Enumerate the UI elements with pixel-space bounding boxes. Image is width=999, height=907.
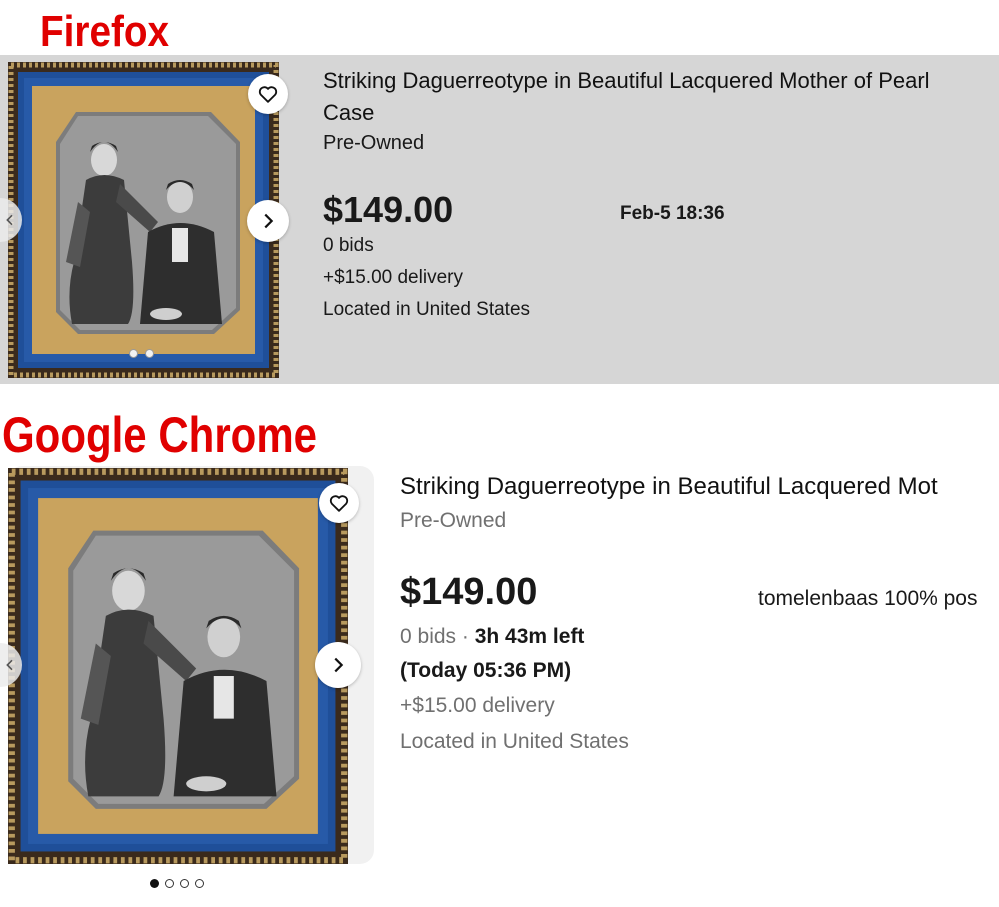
separator-dot: · — [456, 625, 475, 648]
seller-info[interactable]: tomelenbaas 100% pos — [758, 587, 978, 611]
heart-icon — [328, 492, 350, 514]
chevron-right-icon — [257, 210, 279, 232]
firefox-listing-card[interactable]: Striking Daguerreotype in Beautiful Lacq… — [0, 55, 999, 384]
time-left: 3h 43m left — [474, 625, 585, 648]
image-dot-active[interactable] — [150, 879, 159, 888]
image-dot[interactable] — [129, 349, 138, 358]
chevron-left-icon — [0, 212, 18, 228]
image-dot[interactable] — [180, 879, 189, 888]
image-dot[interactable] — [165, 879, 174, 888]
item-location: Located in United States — [323, 299, 531, 320]
delivery-cost: +$15.00 delivery — [323, 267, 463, 288]
next-image-button[interactable] — [315, 642, 361, 688]
listing-title-link-continued[interactable]: Case — [323, 100, 374, 126]
item-location: Located in United States — [400, 730, 629, 753]
bid-count: 0 bids — [400, 625, 457, 648]
image-dot[interactable] — [145, 349, 154, 358]
watch-button[interactable] — [319, 483, 359, 523]
next-image-button[interactable] — [247, 200, 289, 242]
firefox-heading: Firefox — [40, 7, 170, 56]
heart-icon — [257, 83, 279, 105]
item-price: $149.00 — [323, 189, 454, 230]
auction-end-time: Feb-5 18:36 — [620, 203, 725, 224]
item-price: $149.00 — [400, 571, 538, 613]
chevron-right-icon — [327, 654, 349, 676]
bid-count: 0 bids — [323, 235, 374, 256]
delivery-cost: +$15.00 delivery — [400, 694, 555, 717]
item-condition: Pre-Owned — [400, 509, 507, 532]
chevron-left-icon — [0, 657, 18, 673]
listing-image[interactable] — [8, 468, 348, 864]
listing-image[interactable] — [8, 62, 279, 378]
bids-and-time-left: 0 bids · 3h 43m left — [400, 625, 584, 649]
listing-title-link[interactable]: Striking Daguerreotype in Beautiful Lacq… — [323, 68, 930, 94]
image-dot[interactable] — [195, 879, 204, 888]
item-condition: Pre-Owned — [323, 132, 425, 154]
auction-end-time: (Today 05:36 PM) — [400, 659, 572, 682]
chrome-heading: Google Chrome — [2, 407, 318, 463]
watch-button[interactable] — [248, 74, 288, 114]
listing-title-link[interactable]: Striking Daguerreotype in Beautiful Lacq… — [400, 473, 938, 501]
